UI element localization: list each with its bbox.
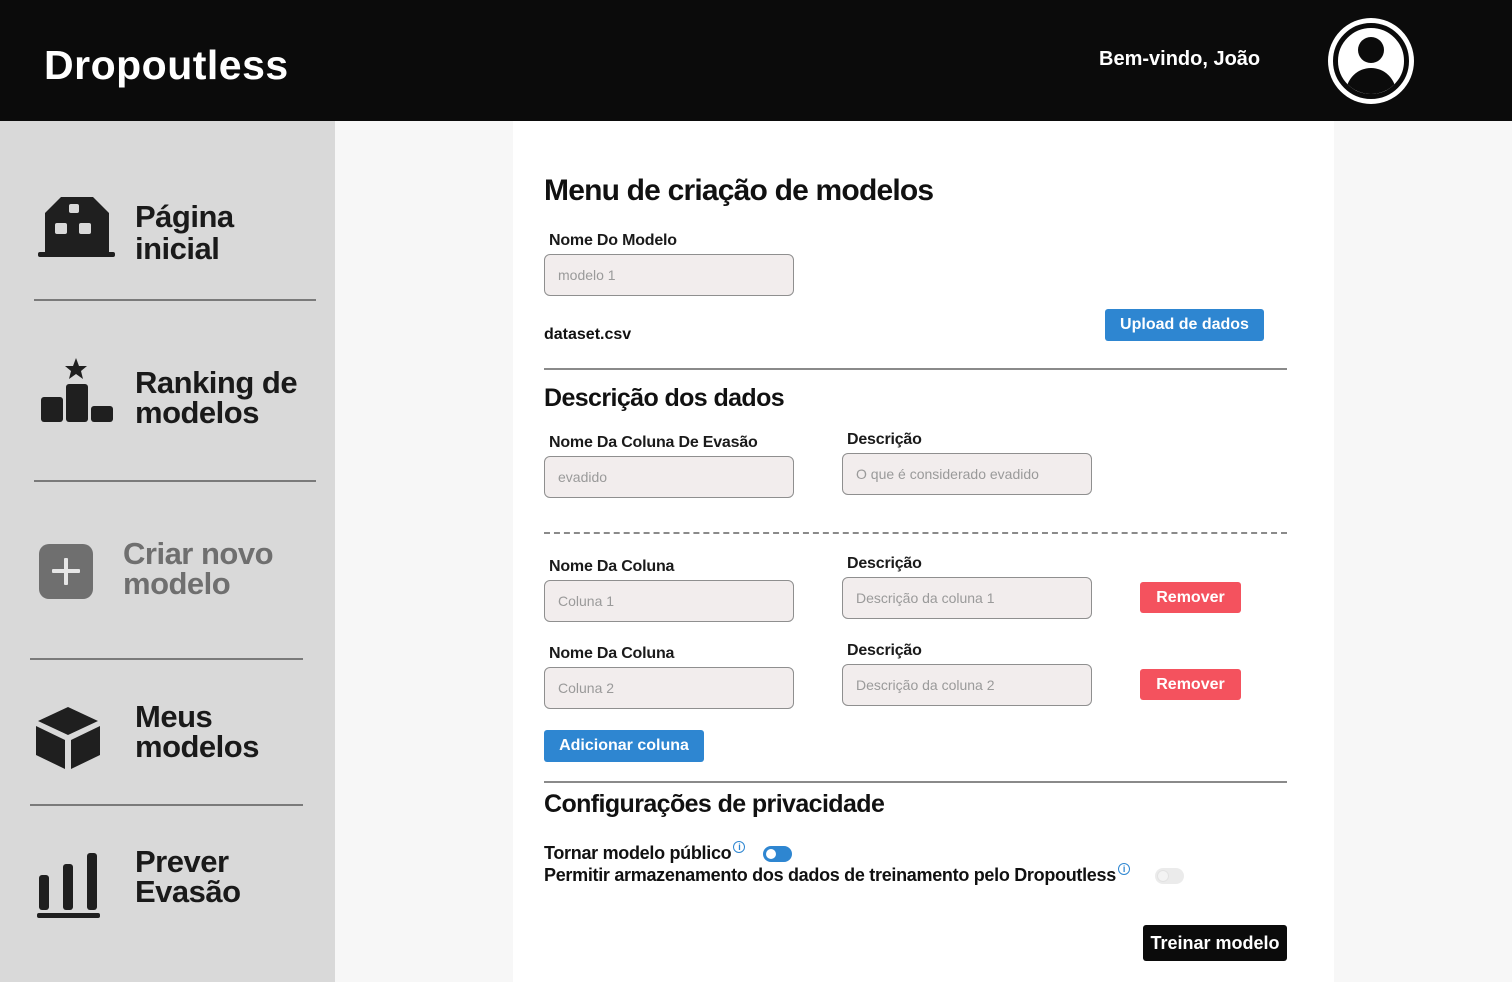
dropout-description-label: Descrição [847, 431, 922, 448]
privacy-section-title: Configurações de privacidade [544, 790, 885, 818]
dropout-description-input[interactable] [842, 453, 1092, 495]
sidebar-item-predict[interactable]: Prever Evasão [0, 845, 335, 935]
store-data-toggle[interactable] [1155, 868, 1184, 884]
sidebar-item-create-model[interactable]: Criar novo modelo [0, 535, 335, 625]
dropout-column-label: Nome Da Coluna De Evasão [549, 434, 758, 451]
brand-logo[interactable]: Dropoutless [44, 42, 289, 89]
column-description-input[interactable] [842, 664, 1092, 706]
public-model-toggle[interactable] [763, 846, 792, 862]
home-icon [38, 197, 115, 257]
train-model-button[interactable]: Treinar modelo [1143, 925, 1287, 961]
public-model-setting: Tornar modelo público i [544, 841, 746, 864]
column-name-input[interactable] [544, 667, 794, 709]
dashed-divider [544, 532, 1287, 534]
column-name-label: Nome Da Coluna [549, 558, 675, 575]
info-icon[interactable]: i [1117, 863, 1130, 875]
info-icon[interactable]: i [733, 841, 746, 853]
column-description-label: Descrição [847, 555, 922, 572]
sidebar-item-label: Meus modelos [135, 699, 259, 764]
sidebar-item-label: Prever Evasão [135, 844, 241, 909]
column-name-label: Nome Da Coluna [549, 645, 675, 662]
add-column-button[interactable]: Adicionar coluna [544, 730, 704, 762]
store-data-label: Permitir armazenamento dos dados de trei… [544, 865, 1116, 885]
sidebar-item-label: Criar novo modelo [123, 536, 274, 601]
column-name-input[interactable] [544, 580, 794, 622]
sidebar-item-label: Página inicial [135, 199, 234, 266]
upload-data-button[interactable]: Upload de dados [1105, 309, 1264, 341]
welcome-text: Bem-vindo, João [1099, 48, 1261, 70]
remove-column-button[interactable]: Remover [1140, 669, 1241, 700]
sidebar-divider [34, 299, 316, 301]
store-data-setting: Permitir armazenamento dos dados de trei… [544, 863, 1130, 886]
plus-square-icon [39, 544, 93, 599]
sidebar-divider [30, 804, 303, 806]
top-header: Dropoutless Bem-vindo, João [0, 0, 1512, 121]
sidebar-item-home[interactable]: Página inicial [0, 190, 335, 280]
dropout-column-input[interactable] [544, 456, 794, 498]
column-description-input[interactable] [842, 577, 1092, 619]
sidebar-divider [34, 480, 316, 482]
sidebar-item-label: Ranking de modelos [135, 365, 298, 430]
uploaded-filename: dataset.csv [544, 326, 632, 343]
model-name-label: Nome Do Modelo [549, 232, 677, 249]
section-divider [544, 368, 1287, 370]
sidebar-item-ranking[interactable]: Ranking de modelos [0, 355, 335, 445]
column-description-label: Descrição [847, 642, 922, 659]
podium-icon [41, 358, 113, 422]
remove-column-button[interactable]: Remover [1140, 582, 1241, 613]
page-title: Menu de criação de modelos [544, 174, 934, 207]
user-circle-icon[interactable] [1328, 18, 1414, 104]
bar-chart-icon [37, 853, 100, 918]
model-name-input[interactable] [544, 254, 794, 296]
data-section-title: Descrição dos dados [544, 384, 785, 412]
cube-icon [36, 707, 100, 769]
public-model-label: Tornar modelo público [544, 843, 732, 863]
sidebar-divider [30, 658, 303, 660]
section-divider [544, 781, 1287, 783]
sidebar-item-my-models[interactable]: Meus modelos [0, 700, 335, 790]
